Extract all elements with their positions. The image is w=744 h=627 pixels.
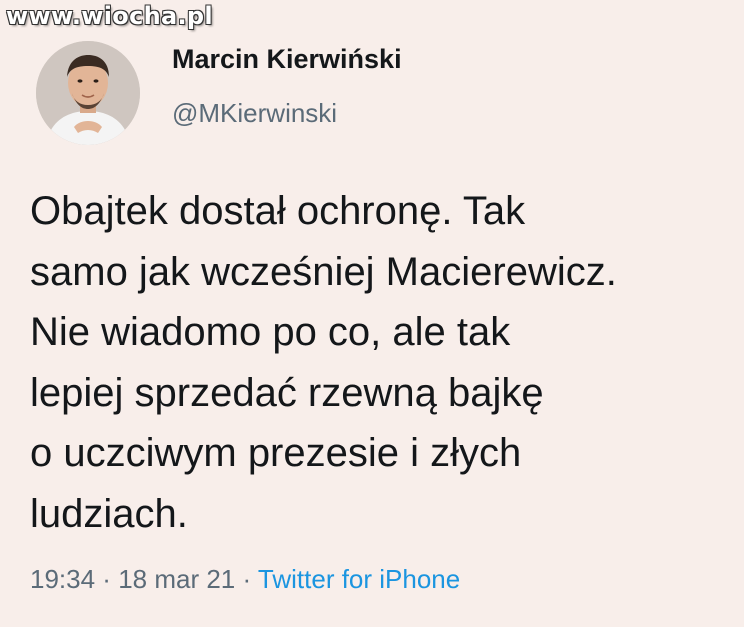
author-handle[interactable]: @MKierwinski [172,98,337,129]
tweet-line: samo jak wcześniej Macierewicz. [30,249,617,294]
profile-photo-icon [36,41,140,145]
tweet-metadata: 19:34 · 18 mar 21 · Twitter for iPhone [30,564,460,595]
watermark: www.wiocha.pl [6,2,213,30]
tweet-line: o uczciwym prezesie i złych [30,431,522,475]
tweet-source-link[interactable]: Twitter for iPhone [258,564,460,594]
author-display-name[interactable]: Marcin Kierwiński [172,44,402,75]
tweet-line: Obajtek dostał ochronę. Tak [30,189,526,233]
tweet-time[interactable]: 19:34 [30,564,95,594]
avatar[interactable] [36,41,140,145]
tweet-line: lepiej sprzedać rzewną bajkę [30,370,544,415]
tweet-line: ludziach. [30,491,188,536]
tweet-line: Nie wiadomo po co, ale tak [30,310,511,354]
tweet-text: Obajtek dostał ochronę. Tak samo jak wcz… [30,181,742,544]
meta-separator: · [235,564,258,594]
tweet-date[interactable]: 18 mar 21 [118,564,235,594]
meta-separator: · [95,564,119,594]
